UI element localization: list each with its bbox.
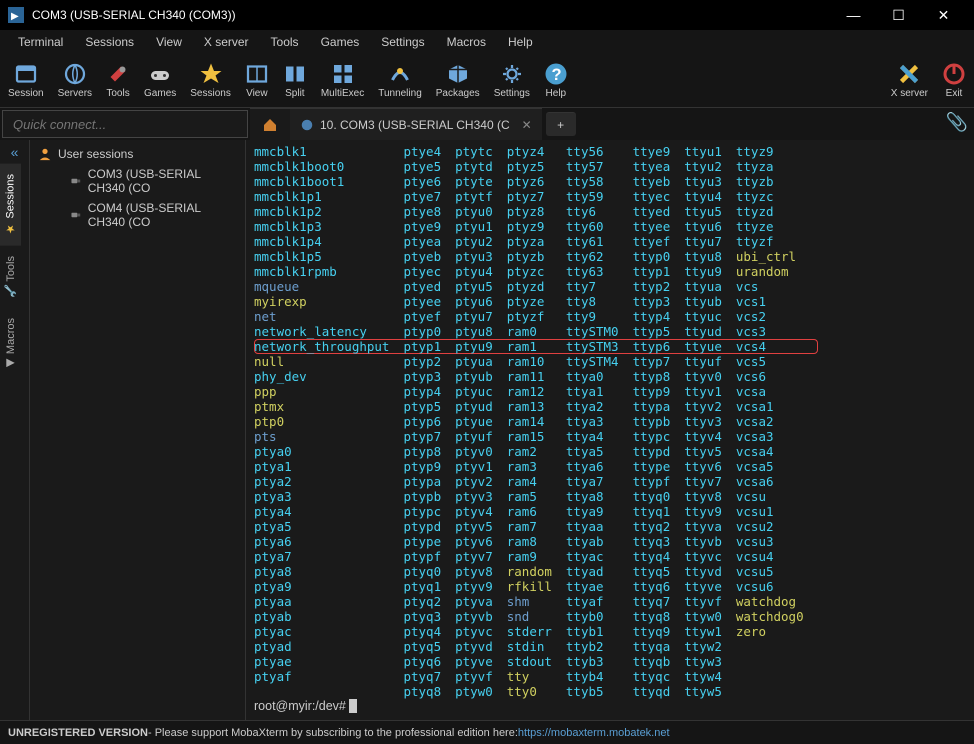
terminal[interactable]: mmcblk1ptye4ptytcptyz4tty56ttye9ttyu1tty… [246,140,974,720]
exit-icon [942,62,966,86]
packages-icon [446,62,470,86]
games-icon [148,62,172,86]
window-title: COM3 (USB-SERIAL CH340 (COM3)) [32,8,831,22]
svg-text:?: ? [551,66,561,84]
toolbar-packages[interactable]: Packages [436,62,480,99]
toolbar-help[interactable]: ?Help [544,62,568,99]
sidebar: User sessions COM3 (USB-SERIAL CH340 (CO… [30,140,246,720]
tree-root-label: User sessions [58,147,133,161]
menu-help[interactable]: Help [498,33,543,51]
menu-sessions[interactable]: Sessions [75,33,144,51]
session-icon [14,62,38,86]
toolbar-games[interactable]: Games [144,62,176,99]
view-icon [245,62,269,86]
tree-item-com3[interactable]: COM3 (USB-SERIAL CH340 (CO [30,164,245,198]
toolbar: Session Servers Tools Games Sessions View Spli… [0,54,974,108]
tools-icon [106,62,130,86]
rail-tab-tools[interactable]: 🔧 Tools [0,246,21,308]
toolbar-view[interactable]: View [245,62,269,99]
titlebar: ▶ COM3 (USB-SERIAL CH340 (COM3)) — ☐ ✕ [0,0,974,30]
main-area: « ★ Sessions🔧 Tools◀ Macros User session… [0,140,974,720]
quick-connect-input[interactable] [2,110,248,138]
settings-icon [500,62,524,86]
help-icon: ? [544,62,568,86]
terminal-prompt: root@myir:/dev# [254,699,966,714]
toolbar-multiexec[interactable]: MultiExec [321,62,364,99]
tab-add-button[interactable]: + [546,112,576,136]
tab-close-icon[interactable]: ✕ [522,118,532,132]
menu-games[interactable]: Games [311,33,370,51]
tunneling-icon [388,62,412,86]
statusbar-link[interactable]: https://mobaxterm.mobatek.net [518,727,670,739]
menubar: TerminalSessionsViewX serverToolsGamesSe… [0,30,974,54]
collapse-sidebar-button[interactable]: « [0,140,29,164]
tab-label: 10. COM3 (USB-SERIAL CH340 (C [320,118,510,132]
toolbar-tunneling[interactable]: Tunneling [378,62,422,99]
rail-tab-macros[interactable]: ◀ Macros [0,308,21,380]
svg-text:▶: ▶ [11,11,19,22]
menu-view[interactable]: View [146,33,192,51]
menu-x-server[interactable]: X server [194,33,259,51]
toolbar-x-server[interactable]: X server [891,62,928,99]
left-rail: « ★ Sessions🔧 Tools◀ Macros [0,140,30,720]
paperclip-icon[interactable]: 📎 [946,112,968,133]
split-icon [283,62,307,86]
menu-tools[interactable]: Tools [261,33,309,51]
menu-macros[interactable]: Macros [437,33,496,51]
tabbar: 10. COM3 (USB-SERIAL CH340 (C ✕ + [0,108,974,140]
toolbar-servers[interactable]: Servers [58,62,92,99]
app-icon: ▶ [8,7,24,23]
toolbar-settings[interactable]: Settings [494,62,530,99]
statusbar: UNREGISTERED VERSION - Please support Mo… [0,720,974,744]
servers-icon [63,62,87,86]
tree-root-user-sessions[interactable]: User sessions [30,144,245,164]
star-icon [199,62,223,86]
rail-tab-sessions[interactable]: ★ Sessions [0,164,21,246]
home-tab[interactable] [250,108,290,140]
toolbar-session[interactable]: Session [8,62,44,99]
toolbar-exit[interactable]: Exit [942,62,966,99]
statusbar-unregistered: UNREGISTERED VERSION [8,727,148,739]
statusbar-text: - Please support MobaXterm by subscribin… [148,727,518,739]
multiexec-icon [331,62,355,86]
maximize-button[interactable]: ☐ [876,0,921,30]
minimize-button[interactable]: — [831,0,876,30]
toolbar-tools[interactable]: Tools [106,62,130,99]
tab-com3[interactable]: 10. COM3 (USB-SERIAL CH340 (C ✕ [290,108,542,140]
close-button[interactable]: ✕ [921,0,966,30]
xserver-icon [897,62,921,86]
menu-settings[interactable]: Settings [371,33,434,51]
toolbar-split[interactable]: Split [283,62,307,99]
menu-terminal[interactable]: Terminal [8,33,73,51]
tree-item-com4[interactable]: COM4 (USB-SERIAL CH340 (CO [30,198,245,232]
toolbar-sessions[interactable]: Sessions [190,62,231,99]
